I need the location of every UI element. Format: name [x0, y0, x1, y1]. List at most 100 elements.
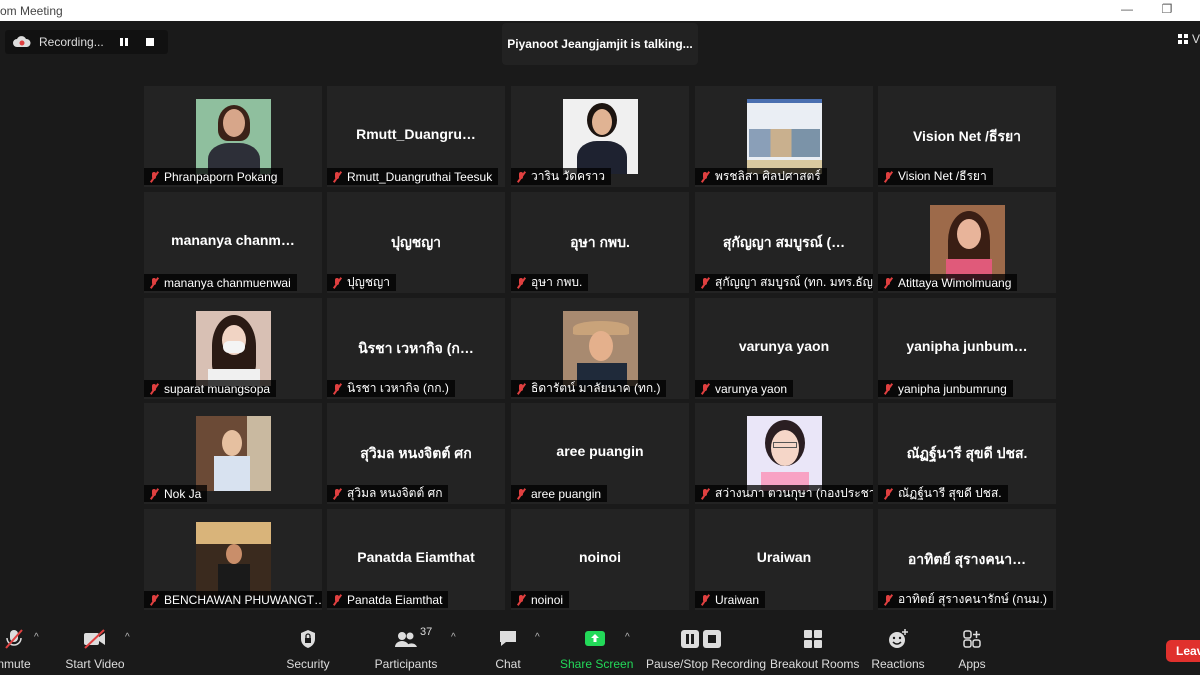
participant-tile[interactable]: noinoi noinoi: [511, 509, 689, 610]
participant-video: [747, 99, 822, 174]
participant-tile[interactable]: aree puangin aree puangin: [511, 403, 689, 504]
muted-mic-icon: [331, 383, 343, 395]
participant-tile[interactable]: นิรชา เวหากิจ (ก… นิรชา เวหากิจ (กก.): [327, 298, 505, 399]
participant-name-text: Vision Net /ธีรยา: [898, 169, 987, 183]
participant-display-name: aree puangin: [556, 443, 644, 459]
page-left-marker[interactable]: [0, 361, 6, 381]
participant-tile[interactable]: Uraiwan Uraiwan: [695, 509, 873, 610]
unmute-button[interactable]: nmute: [0, 628, 36, 671]
participant-name-label: mananya chanmuenwai: [144, 274, 297, 291]
active-speaker-text: Piyanoot Jeangjamjit is talking...: [507, 37, 693, 51]
security-button[interactable]: Security: [286, 628, 330, 671]
participant-tile[interactable]: Panatda Eiamthat Panatda Eiamthat: [327, 509, 505, 610]
participant-name-label: สุกัญญา สมบูรณ์ (ทก. มทร.ธัญ…: [695, 274, 873, 291]
participant-display-name: นิรชา เวหากิจ (ก…: [358, 340, 474, 356]
pause-stop-recording-button[interactable]: Pause/Stop Recording: [646, 628, 767, 671]
start-video-label: Start Video: [65, 657, 125, 671]
participant-video: [196, 311, 271, 386]
unmute-label: nmute: [0, 657, 31, 671]
muted-mic-icon: [882, 488, 894, 500]
participant-tile[interactable]: สุกัญญา สมบูรณ์ (… สุกัญญา สมบูรณ์ (ทก. ม…: [695, 192, 873, 293]
participant-tile[interactable]: Phranpaporn Pokang: [144, 86, 322, 187]
muted-mic-icon: [515, 277, 527, 289]
reactions-button[interactable]: Reactions: [870, 628, 926, 671]
audio-options-chevron-icon[interactable]: ^: [34, 632, 39, 643]
chat-button[interactable]: Chat: [492, 628, 524, 671]
muted-mic-icon: [331, 594, 343, 606]
participant-tile[interactable]: Rmutt_Duangru… Rmutt_Duangruthai Teesuk: [327, 86, 505, 187]
apps-button[interactable]: Apps: [952, 628, 992, 671]
participant-name-label: ธิดารัตน์ มาลัยนาค (ทก.): [511, 380, 667, 397]
start-video-button[interactable]: Start Video: [64, 628, 126, 671]
view-button[interactable]: V: [1178, 32, 1200, 46]
participant-name-text: สุวิมล หนงจิตต์ ศก: [347, 486, 443, 500]
participant-name-text: นิรชา เวหากิจ (กก.): [347, 381, 449, 395]
muted-mic-icon: [515, 171, 527, 183]
minimize-icon[interactable]: —: [1118, 2, 1136, 18]
recording-button-label: Pause/Stop Recording: [646, 657, 767, 671]
muted-mic-icon: [331, 171, 343, 183]
participant-name-label: Vision Net /ธีรยา: [878, 168, 993, 185]
participant-tile[interactable]: ธิดารัตน์ มาลัยนาค (ทก.): [511, 298, 689, 399]
participant-tile[interactable]: สุวิมล หนงจิตต์ ศก สุวิมล หนงจิตต์ ศก: [327, 403, 505, 504]
participants-button[interactable]: 37 Participants: [374, 626, 438, 671]
participant-tile[interactable]: ณัฏฐ์นารี สุขดี ปชส. ณัฏฐ์นารี สุขดี ปชส.: [878, 403, 1056, 504]
participant-tile[interactable]: สว่างนภา ตวนกุษา (กองประชาสั…: [695, 403, 873, 504]
participant-video: [747, 416, 822, 491]
muted-mic-icon: [699, 383, 711, 395]
participant-tile[interactable]: วาริน วัดคราว: [511, 86, 689, 187]
participant-name-label: วาริน วัดคราว: [511, 168, 611, 185]
participants-options-chevron-icon[interactable]: ^: [451, 632, 456, 643]
participant-tile[interactable]: Atittaya Wimolmuang: [878, 192, 1056, 293]
participant-display-name: varunya yaon: [738, 338, 830, 354]
page-right-marker[interactable]: [1194, 361, 1200, 381]
participant-display-name: ปุญชญา: [390, 234, 442, 250]
reactions-smiley-icon: [889, 629, 908, 648]
participant-video: [196, 99, 271, 174]
participant-display-name: mananya chanm…: [171, 232, 295, 248]
participant-tile[interactable]: อุษา กพบ. อุษา กพบ.: [511, 192, 689, 293]
participant-tile[interactable]: Nok Ja: [144, 403, 322, 504]
participant-tile[interactable]: suparat muangsopa: [144, 298, 322, 399]
meeting-toolbar: nmute ^ Start Video ^ Security 37 Partic…: [0, 618, 1200, 675]
share-screen-button[interactable]: Share Screen: [560, 628, 633, 671]
active-speaker-banner: Piyanoot Jeangjamjit is talking...: [502, 23, 698, 65]
apps-icon: [963, 630, 981, 648]
participant-tile[interactable]: พรชลิสา ศิลปศาสตร์: [695, 86, 873, 187]
participant-display-name: ณัฏฐ์นารี สุขดี ปชส.: [906, 445, 1028, 461]
participant-tile[interactable]: BENCHAWAN PHUWANGT…: [144, 509, 322, 610]
participant-tile[interactable]: mananya chanm… mananya chanmuenwai: [144, 192, 322, 293]
breakout-rooms-button[interactable]: Breakout Rooms: [770, 628, 860, 671]
gallery-grid: Phranpaporn Pokang Rmutt_Duangru… Rmutt_Du…: [144, 86, 1058, 610]
participant-tile[interactable]: อาทิตย์ สุรางคนา… อาทิตย์ สุรางคนารักษ์ (…: [878, 509, 1056, 610]
participant-display-name: Panatda Eiamthat: [357, 549, 475, 565]
video-options-chevron-icon[interactable]: ^: [125, 632, 130, 643]
participant-tile[interactable]: Vision Net /ธีรยา Vision Net /ธีรยา: [878, 86, 1056, 187]
participant-display-name: สุกัญญา สมบูรณ์ (…: [722, 234, 846, 250]
pause-recording-icon[interactable]: [118, 36, 130, 48]
participant-name-label: สุวิมล หนงจิตต์ ศก: [327, 485, 449, 502]
muted-mic-icon: [699, 171, 711, 183]
participants-count: 37: [420, 626, 433, 638]
participant-name-label: Nok Ja: [144, 485, 208, 502]
reactions-label: Reactions: [871, 657, 925, 671]
chat-options-chevron-icon[interactable]: ^: [535, 632, 540, 643]
stop-recording-icon[interactable]: [144, 36, 156, 48]
participant-tile[interactable]: ปุญชญา ปุญชญา: [327, 192, 505, 293]
participant-tile[interactable]: varunya yaon varunya yaon: [695, 298, 873, 399]
leave-button[interactable]: Leav: [1166, 640, 1200, 662]
participant-name-text: Uraiwan: [715, 592, 760, 607]
participant-name-label: Uraiwan: [695, 591, 766, 608]
participant-name-text: วาริน วัดคราว: [531, 169, 605, 183]
participant-video: [563, 99, 638, 174]
pause-stop-recording-icon: [681, 630, 721, 648]
view-label: V: [1192, 32, 1200, 46]
muted-mic-icon: [148, 171, 160, 183]
restore-icon[interactable]: ❐: [1158, 2, 1176, 18]
chat-label: Chat: [495, 657, 521, 671]
breakout-rooms-label: Breakout Rooms: [770, 657, 860, 671]
participant-name-label: yanipha junbumrung: [878, 380, 1013, 397]
participant-tile[interactable]: yanipha junbum… yanipha junbumrung: [878, 298, 1056, 399]
muted-mic-icon: [699, 277, 711, 289]
share-options-chevron-icon[interactable]: ^: [625, 632, 630, 643]
